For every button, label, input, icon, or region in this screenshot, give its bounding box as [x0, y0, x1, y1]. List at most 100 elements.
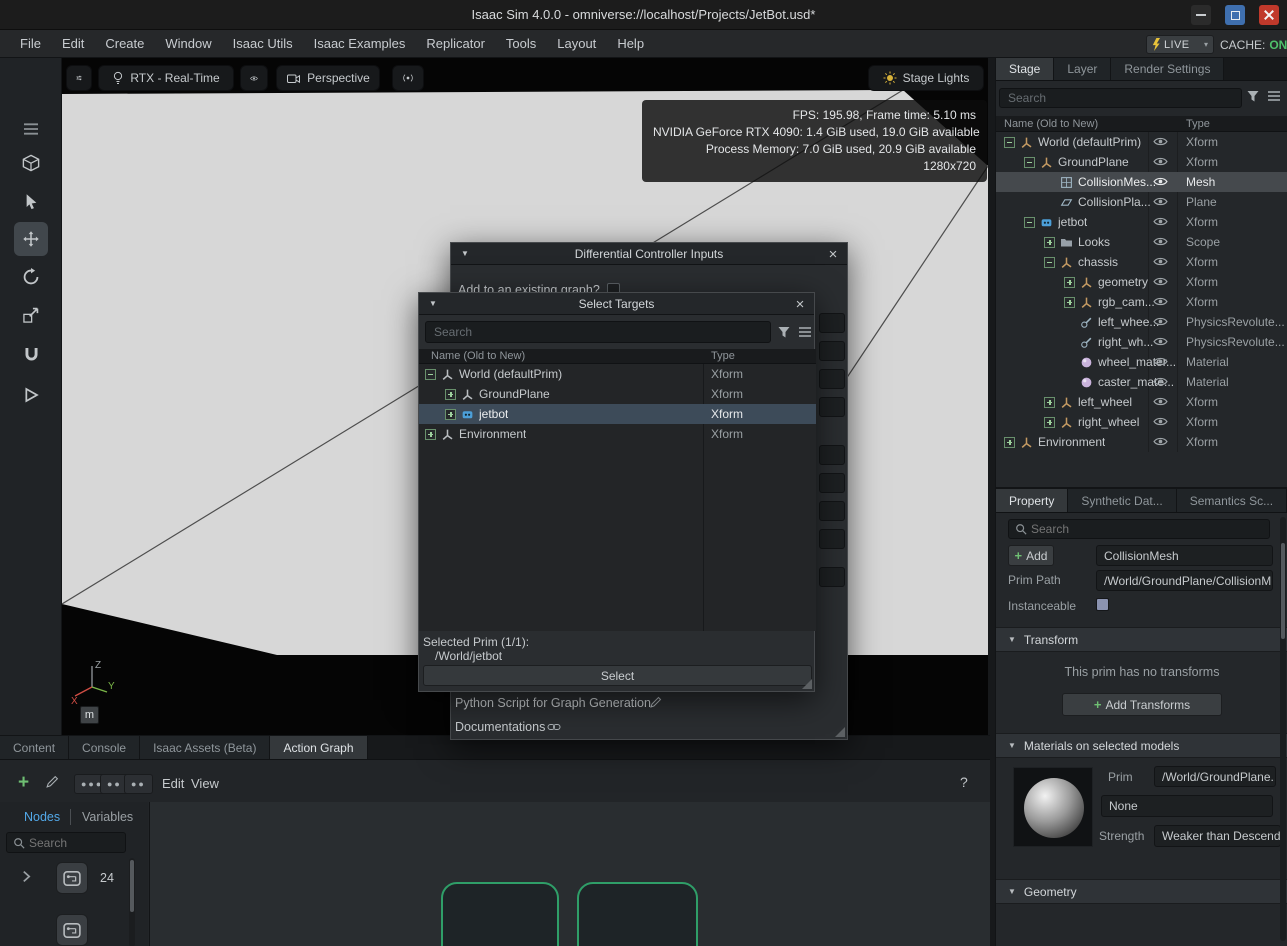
close-icon[interactable]	[825, 246, 841, 262]
dialog-titlebar[interactable]: ▼ Select Targets	[419, 293, 814, 315]
stage-row[interactable]: right_wheel Xform	[996, 412, 1287, 432]
stage-options-menu-icon[interactable]	[1267, 90, 1281, 102]
snap-tool-button[interactable]	[14, 337, 48, 371]
eye-icon[interactable]	[1153, 176, 1169, 188]
stage-row[interactable]: wheel_mater... Material	[996, 352, 1287, 372]
plus-icon[interactable]	[1064, 296, 1075, 308]
minus-icon[interactable]	[1044, 256, 1055, 268]
tab-content[interactable]: Content	[0, 736, 70, 759]
stage-search[interactable]	[999, 88, 1242, 108]
stage-row[interactable]: chassis Xform	[996, 252, 1287, 272]
targets-search[interactable]	[425, 321, 771, 343]
plus-icon[interactable]	[1044, 416, 1055, 428]
graph-canvas[interactable]	[149, 802, 990, 946]
target-row-selected[interactable]: jetbot Xform	[419, 404, 816, 424]
stage-row[interactable]: CollisionPla... Plane	[996, 192, 1287, 212]
tab-nodes[interactable]: Nodes	[24, 810, 60, 824]
stage-row[interactable]: jetbot Xform	[996, 212, 1287, 232]
menu-help[interactable]: Help	[617, 36, 644, 51]
plus-icon[interactable]	[1064, 276, 1075, 288]
renderer-dropdown[interactable]: RTX - Real-Time	[98, 65, 234, 91]
target-row[interactable]: World (defaultPrim) Xform	[419, 364, 816, 384]
menu-replicator[interactable]: Replicator	[426, 36, 485, 51]
graph-view-menu[interactable]: View	[191, 776, 219, 791]
input-field[interactable]	[819, 313, 845, 333]
filter-icon[interactable]	[1246, 89, 1260, 103]
stage-row[interactable]: Looks Scope	[996, 232, 1287, 252]
stage-row[interactable]: GroundPlane Xform	[996, 152, 1287, 172]
stage-lights-button[interactable]: Stage Lights	[868, 65, 984, 91]
menu-create[interactable]: Create	[105, 36, 144, 51]
plus-icon[interactable]	[1044, 236, 1055, 248]
resize-handle[interactable]	[835, 727, 845, 737]
rotate-tool-button[interactable]	[14, 260, 48, 294]
node-category-icon[interactable]	[56, 862, 88, 894]
geometry-section-header[interactable]: Geometry	[996, 879, 1287, 904]
tab-console[interactable]: Console	[69, 736, 141, 759]
eye-icon[interactable]	[1153, 436, 1169, 448]
menu-file[interactable]: File	[20, 36, 41, 51]
instanceable-checkbox[interactable]	[1096, 598, 1109, 611]
menu-isaac-utils[interactable]: Isaac Utils	[233, 36, 293, 51]
cursor-tool-button[interactable]	[14, 184, 48, 218]
live-sync-viewport-button[interactable]	[392, 65, 424, 91]
property-search-input[interactable]	[1031, 520, 1269, 538]
link-icon[interactable]	[547, 723, 561, 731]
strength-dropdown[interactable]: Weaker than Descend...	[1154, 825, 1281, 847]
help-icon[interactable]: ?	[960, 774, 968, 790]
stage-row[interactable]: caster_mate... Material	[996, 372, 1287, 392]
list-options-icon[interactable]	[798, 326, 812, 338]
stage-row[interactable]: geometry Xform	[996, 272, 1287, 292]
graph-node[interactable]	[577, 882, 698, 946]
stage-row[interactable]: left_whee... PhysicsRevolute...	[996, 312, 1287, 332]
close-icon[interactable]	[792, 296, 808, 312]
tab-variables[interactable]: Variables	[82, 810, 133, 824]
minimize-button[interactable]	[1191, 5, 1211, 25]
stage-row[interactable]: left_wheel Xform	[996, 392, 1287, 412]
plus-icon[interactable]	[425, 428, 436, 440]
nodes-scrollbar[interactable]	[129, 858, 135, 946]
input-field[interactable]	[819, 445, 845, 465]
eye-icon[interactable]	[1153, 376, 1169, 388]
expand-chevron-icon[interactable]	[22, 870, 31, 883]
input-field[interactable]	[819, 473, 845, 493]
minus-icon[interactable]	[1004, 136, 1015, 148]
stage-search-input[interactable]	[999, 88, 1242, 108]
input-field[interactable]	[819, 369, 845, 389]
viewport-settings-button[interactable]	[66, 65, 92, 91]
pencil-icon[interactable]	[45, 775, 59, 789]
close-button[interactable]	[1259, 5, 1279, 25]
menu-window[interactable]: Window	[165, 36, 211, 51]
scrollbar-thumb[interactable]	[1281, 543, 1285, 639]
stage-row[interactable]: rgb_cam... Xform	[996, 292, 1287, 312]
property-scrollbar[interactable]	[1280, 517, 1286, 941]
stage-row[interactable]: right_wh... PhysicsRevolute...	[996, 332, 1287, 352]
maximize-button[interactable]	[1225, 5, 1245, 25]
transform-section-header[interactable]: Transform	[996, 627, 1287, 652]
pencil-icon[interactable]	[649, 696, 662, 709]
graph-node[interactable]	[441, 882, 559, 946]
python-script-link[interactable]: Python Script for Graph Generation	[455, 696, 651, 710]
camera-dropdown[interactable]: Perspective	[276, 65, 380, 91]
target-row[interactable]: Environment Xform	[419, 424, 816, 444]
new-graph-plus-icon[interactable]: +	[18, 772, 29, 794]
eye-icon[interactable]	[1153, 256, 1169, 268]
visibility-menu-button[interactable]	[240, 65, 268, 91]
menu-tools[interactable]: Tools	[506, 36, 536, 51]
nodes-search-input[interactable]	[29, 833, 125, 852]
minus-icon[interactable]	[1024, 156, 1035, 168]
material-prim-field[interactable]: /World/GroundPlane...	[1154, 766, 1276, 787]
select-tool-button[interactable]	[14, 146, 48, 180]
select-button[interactable]: Select	[423, 665, 812, 686]
tab-render-settings[interactable]: Render Settings	[1111, 58, 1225, 80]
live-sync-toggle[interactable]: LIVE ▾	[1146, 35, 1214, 54]
resize-handle[interactable]	[802, 679, 812, 689]
tab-synthetic-data[interactable]: Synthetic Dat...	[1068, 489, 1177, 512]
targets-search-input[interactable]	[425, 321, 771, 343]
eye-icon[interactable]	[1153, 296, 1169, 308]
collapse-triangle-icon[interactable]: ▼	[429, 299, 437, 308]
eye-icon[interactable]	[1153, 316, 1169, 328]
plus-icon[interactable]	[1044, 396, 1055, 408]
menu-isaac-examples[interactable]: Isaac Examples	[314, 36, 406, 51]
tab-layer[interactable]: Layer	[1054, 58, 1112, 80]
